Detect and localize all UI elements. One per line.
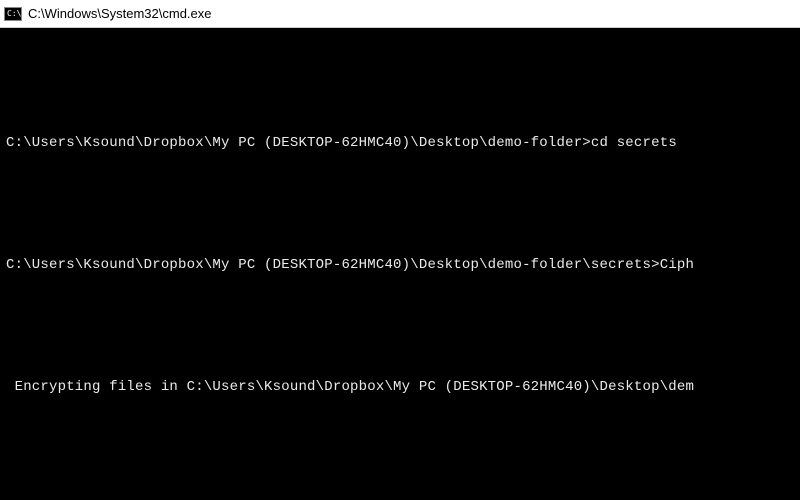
output-text: Encrypting files in C:\Users\Ksound\Drop…: [6, 377, 794, 397]
blank-line: [6, 438, 794, 458]
prompt-line: C:\Users\Ksound\Dropbox\My PC (DESKTOP-6…: [6, 133, 794, 153]
blank-line: [6, 194, 794, 214]
prompt-path: C:\Users\Ksound\Dropbox\My PC (DESKTOP-6…: [6, 135, 591, 151]
prompt-line: C:\Users\Ksound\Dropbox\My PC (DESKTOP-6…: [6, 255, 794, 275]
blank-line: [6, 73, 794, 93]
command-text: Ciph: [660, 257, 694, 273]
prompt-path: C:\Users\Ksound\Dropbox\My PC (DESKTOP-6…: [6, 257, 660, 273]
blank-line: [6, 316, 794, 336]
titlebar[interactable]: C:\. C:\Windows\System32\cmd.exe: [0, 0, 800, 28]
window-title: C:\Windows\System32\cmd.exe: [28, 6, 212, 21]
command-text: cd secrets: [591, 135, 677, 151]
cmd-window: C:\. C:\Windows\System32\cmd.exe C:\User…: [0, 0, 800, 500]
terminal-area[interactable]: C:\Users\Ksound\Dropbox\My PC (DESKTOP-6…: [0, 28, 800, 500]
cmd-icon: C:\.: [4, 7, 22, 21]
